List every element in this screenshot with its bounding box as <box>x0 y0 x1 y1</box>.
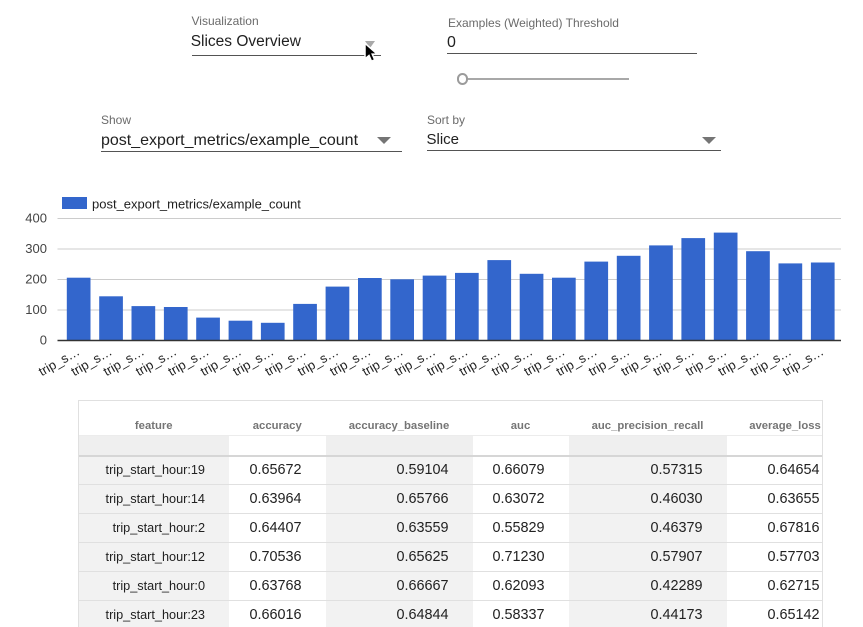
svg-text:300: 300 <box>25 241 47 256</box>
svg-text:0: 0 <box>40 333 47 348</box>
svg-text:post_export_metrics/example_co: post_export_metrics/example_count <box>92 197 301 212</box>
svg-text:400: 400 <box>25 211 47 226</box>
svg-text:200: 200 <box>25 272 47 287</box>
svg-text:100: 100 <box>25 302 47 317</box>
